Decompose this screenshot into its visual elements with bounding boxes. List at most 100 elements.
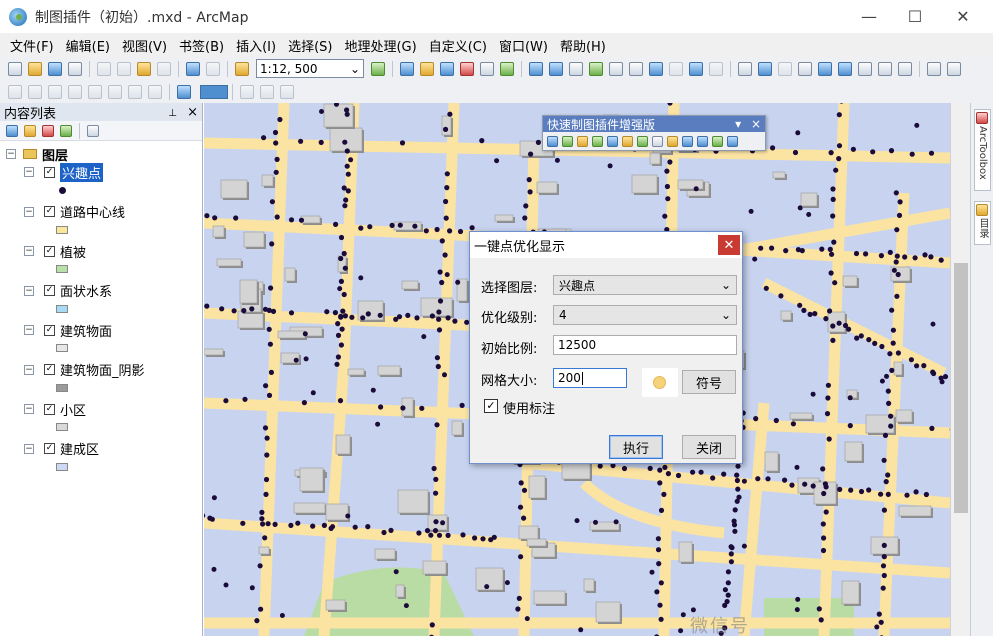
layer-color-icon[interactable] [177,84,191,99]
collapse-icon[interactable]: − [6,149,16,159]
pin-icon[interactable]: ⊥ [168,108,177,119]
float-toolbar-titlebar[interactable]: 快速制图插件增强版 ▾ × [543,116,765,132]
menu-geoprocessing[interactable]: 地理处理(G) [338,36,422,55]
pan-hand-icon[interactable] [569,61,583,76]
save-icon[interactable] [48,61,62,76]
layer-row[interactable]: − ✓ 建筑物面 [24,321,112,340]
layer-visibility-checkbox[interactable]: ✓ [44,245,55,257]
menu-customize[interactable]: 自定义(C) [423,36,493,55]
snap-icon[interactable] [8,84,22,99]
html-popup-icon[interactable] [798,61,812,76]
dialog-titlebar[interactable]: 一键点优化显示 ✕ [470,232,742,258]
plugin-tool-6-icon[interactable] [622,136,633,147]
layer-name[interactable]: 植被 [60,242,86,261]
attributes-icon[interactable] [128,84,142,99]
print-icon[interactable] [68,61,82,76]
map-scale-combo[interactable]: 1:12, 500 ⌄ [256,59,364,78]
model-builder-icon[interactable] [500,61,514,76]
close-toolbar-icon[interactable]: × [751,117,761,131]
fixed-zoom-out-icon[interactable] [629,61,643,76]
scrollbar-thumb[interactable] [954,263,968,513]
list-by-drawing-order-icon[interactable] [6,124,18,137]
layer-visibility-checkbox[interactable]: ✓ [44,403,55,415]
menu-selection[interactable]: 选择(S) [282,36,338,55]
select-features-icon[interactable] [689,61,703,76]
plugin-tool-3-icon[interactable] [577,136,588,147]
cut-polygon-icon[interactable] [68,84,82,99]
layer-row[interactable]: − ✓ 植被 [24,242,86,261]
plugin-tool-7-icon[interactable] [637,136,648,147]
dialog-close-button[interactable]: ✕ [718,235,740,255]
layout-pan-icon[interactable] [280,84,294,99]
layer-name[interactable]: 建成区 [60,439,99,458]
menu-bookmarks[interactable]: 书签(B) [173,36,230,55]
toc-options-icon[interactable] [87,124,99,137]
layer-name[interactable]: 小区 [60,400,86,419]
map-vertical-scrollbar[interactable] [950,103,970,636]
collapse-icon[interactable]: − [24,246,34,256]
plugin-tool-2-icon[interactable] [562,136,573,147]
sketch-properties-icon[interactable] [148,84,162,99]
collapse-icon[interactable]: − [24,443,34,454]
layer-row[interactable]: − ✓ 小区 [24,400,86,419]
tab-arctoolbox[interactable]: ArcToolbox [974,109,991,191]
plugin-tool-13-icon[interactable] [727,136,738,147]
zoom-out-icon[interactable] [549,61,563,76]
close-panel-icon[interactable]: × [187,105,198,120]
go-to-xy-icon[interactable] [878,61,892,76]
new-document-icon[interactable] [8,61,22,76]
plugin-tool-10-icon[interactable] [682,136,693,147]
layer-visibility-checkbox[interactable]: ✓ [44,166,55,178]
symbol-button[interactable]: 符号 [682,370,736,394]
redo-icon[interactable] [206,61,220,76]
layer-row[interactable]: − ✓ 兴趣点 [24,162,104,182]
editor-toolbar-icon[interactable] [371,61,385,76]
search-window-icon[interactable] [440,61,454,76]
plugin-tool-5-icon[interactable] [607,136,618,147]
catalog-icon[interactable] [420,61,434,76]
collapse-icon[interactable]: − [24,285,34,296]
layer-row[interactable]: − ✓ 建成区 [24,440,99,458]
layer-visibility-checkbox[interactable]: ✓ [44,285,55,296]
plugin-tool-1-icon[interactable] [547,136,558,147]
close-dialog-button[interactable]: 关闭 [682,435,736,459]
full-extent-globe-icon[interactable] [589,61,603,76]
forward-arrow-icon[interactable] [669,61,683,76]
layer-color-dropdown[interactable] [200,84,228,99]
layer-visibility-checkbox[interactable]: ✓ [44,324,55,336]
maximize-button[interactable]: ☐ [892,0,938,33]
cut-icon[interactable] [97,61,111,76]
find-route-icon[interactable] [858,61,872,76]
paste-icon[interactable] [137,61,151,76]
create-viewer-window-icon[interactable] [927,61,941,76]
list-by-selection-icon[interactable] [60,124,72,137]
collapse-icon[interactable]: − [24,167,34,177]
list-by-source-icon[interactable] [24,124,36,137]
layer-name[interactable]: 面状水系 [60,281,112,300]
menu-windows[interactable]: 窗口(W) [493,36,554,55]
layout-page-icon[interactable] [240,84,254,99]
hyperlink-icon[interactable] [778,61,792,76]
collapse-icon[interactable]: − [24,206,34,217]
plugin-tool-8-icon[interactable] [652,136,663,147]
list-by-visibility-icon[interactable] [42,124,54,137]
layer-name[interactable]: 建筑物面 [60,321,112,340]
reshape-icon[interactable] [48,84,62,99]
back-arrow-icon[interactable] [649,61,663,76]
split-icon[interactable] [88,84,102,99]
find-binoculars-icon[interactable] [838,61,852,76]
minimize-button[interactable]: — [846,0,892,33]
initial-scale-input[interactable]: 12500 [553,335,737,355]
menu-edit[interactable]: 编辑(E) [60,36,116,55]
grid-size-input[interactable]: 200 [553,368,627,388]
toolbar-menu-icon[interactable]: ▾ [735,117,741,131]
layer-row[interactable]: − ✓ 建筑物面_阴影 [24,361,145,379]
run-button[interactable]: 执行 [609,435,663,459]
table-of-contents-icon[interactable] [400,61,414,76]
open-folder-icon[interactable] [28,61,42,76]
layer-row[interactable]: − ✓ 道路中心线 [24,203,125,221]
layer-name[interactable]: 兴趣点 [60,162,104,182]
add-data-icon[interactable] [235,61,249,76]
measure-ruler-icon[interactable] [818,61,832,76]
clear-selection-icon[interactable] [709,61,723,76]
